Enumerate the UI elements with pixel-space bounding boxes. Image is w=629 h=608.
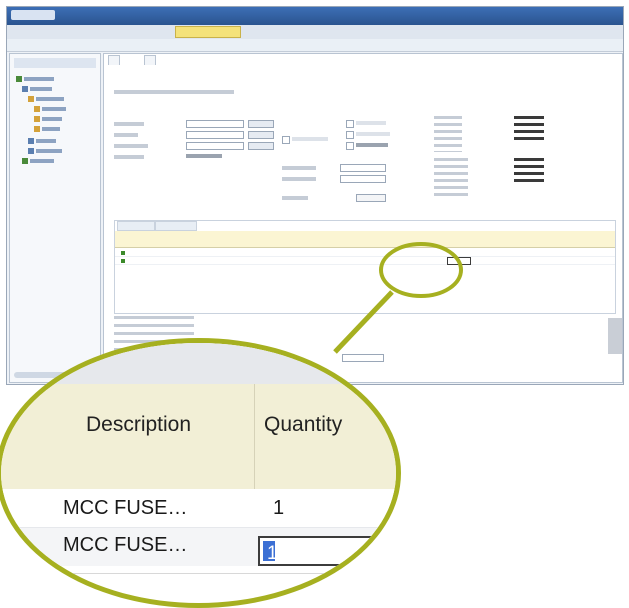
column-divider <box>254 384 255 489</box>
column-header-quantity[interactable]: Quantity <box>264 413 342 437</box>
zoom-header-band <box>1 343 396 384</box>
row-divider <box>1 573 396 574</box>
zoom-callout: Description Quantity MCC FUSE… 1 MCC FUS… <box>0 338 401 608</box>
description-cell: MCC FUSE… <box>63 497 188 519</box>
description-cell: MCC FUSE… <box>63 534 188 556</box>
column-header-description[interactable]: Description <box>86 413 191 437</box>
quantity-input[interactable]: 1 <box>258 536 378 566</box>
quantity-cell[interactable]: 1 <box>273 497 284 520</box>
table-row[interactable]: MCC FUSE… 1 <box>1 489 396 528</box>
quantity-input-value: 1 <box>267 543 278 564</box>
highlight-ellipse <box>379 242 463 298</box>
text-selection: 1 <box>263 541 278 564</box>
